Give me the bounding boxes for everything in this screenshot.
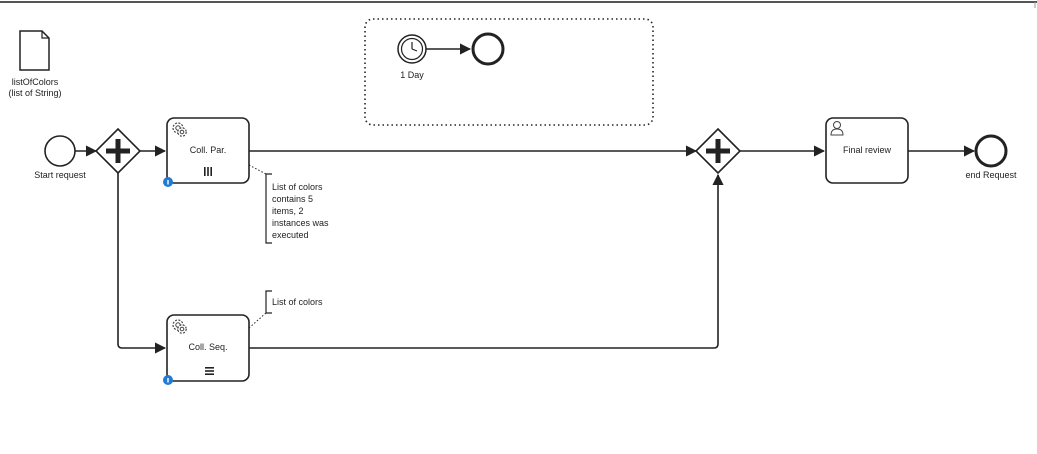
data-object-name: listOfColors xyxy=(11,77,59,87)
parallel-multi-instance-marker xyxy=(204,167,212,176)
task-coll-par-label: Coll. Par. xyxy=(189,145,227,155)
annotation-association-sequential xyxy=(248,312,267,329)
data-object-label: listOfColors (list of String) xyxy=(0,77,70,99)
annotation-sequential-text: List of colors xyxy=(272,297,323,307)
end-event-label: end Request xyxy=(965,170,1017,180)
subprocess-end-event[interactable] xyxy=(471,32,505,66)
info-badge-icon[interactable] xyxy=(163,375,173,385)
task-final-review-label: Final review xyxy=(842,145,891,155)
data-object-type: (list of String) xyxy=(8,88,62,98)
annotation-association-parallel xyxy=(248,164,267,175)
start-event-label: Start request xyxy=(34,170,86,180)
sequential-multi-instance-marker xyxy=(205,367,214,375)
clock-icon[interactable] xyxy=(397,34,427,64)
annotation-line: items, 2 xyxy=(272,206,304,216)
flow-gateway-to-seq xyxy=(117,173,167,354)
parallel-gateway-plus-icon[interactable] xyxy=(94,127,142,175)
parallel-gateway-plus-icon[interactable] xyxy=(694,127,742,175)
bpmn-diagram-canvas xyxy=(0,1,1037,385)
annotation-line: List of colors xyxy=(272,182,323,192)
task-coll-seq-label: Coll. Seq. xyxy=(188,342,228,352)
timer-label: 1 Day xyxy=(400,70,424,80)
info-badge-icon[interactable] xyxy=(163,177,173,187)
document-icon[interactable] xyxy=(19,30,50,71)
end-event[interactable] xyxy=(974,134,1008,168)
annotation-line: instances was xyxy=(272,218,329,228)
start-event[interactable] xyxy=(44,135,76,167)
annotation-parallel-text: List of colors contains 5 items, 2 insta… xyxy=(272,181,352,241)
annotation-line: contains 5 xyxy=(272,194,314,204)
annotation-line: executed xyxy=(272,230,309,240)
